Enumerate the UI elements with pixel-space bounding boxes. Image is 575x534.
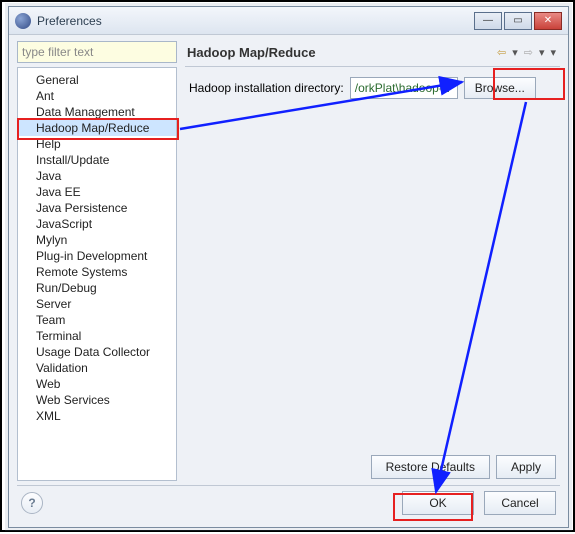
forward-menu-icon[interactable]: ▾ <box>537 46 547 59</box>
tree-item[interactable]: XML <box>18 408 176 424</box>
tree-item[interactable]: Install/Update <box>18 152 176 168</box>
history-nav[interactable]: ⇦ ▾ ⇨ ▾ ▾ <box>495 46 558 59</box>
filter-input[interactable]: type filter text <box>17 41 177 63</box>
cancel-button[interactable]: Cancel <box>484 491 556 515</box>
help-icon[interactable]: ? <box>21 492 43 514</box>
tree-item[interactable]: Run/Debug <box>18 280 176 296</box>
tree-item[interactable]: General <box>18 72 176 88</box>
tree-item[interactable]: Data Management <box>18 104 176 120</box>
app-icon <box>15 13 31 29</box>
tree-item[interactable]: Terminal <box>18 328 176 344</box>
tree-item[interactable]: Validation <box>18 360 176 376</box>
forward-icon[interactable]: ⇨ <box>522 46 535 59</box>
browse-button[interactable]: Browse... <box>464 77 536 99</box>
close-button[interactable]: ✕ <box>534 12 562 30</box>
titlebar[interactable]: Preferences — ▭ ✕ <box>9 7 568 35</box>
view-menu-icon[interactable]: ▾ <box>548 46 558 59</box>
tree-item[interactable]: Web <box>18 376 176 392</box>
tree-item[interactable]: Web Services <box>18 392 176 408</box>
tree-item[interactable]: Server <box>18 296 176 312</box>
tree-item[interactable]: Plug-in Development <box>18 248 176 264</box>
tree-item[interactable]: Java Persistence <box>18 200 176 216</box>
maximize-button[interactable]: ▭ <box>504 12 532 30</box>
window-title: Preferences <box>37 14 474 28</box>
back-menu-icon[interactable]: ▾ <box>510 46 520 59</box>
restore-defaults-button[interactable]: Restore Defaults <box>371 455 490 479</box>
minimize-button[interactable]: — <box>474 12 502 30</box>
tree-item[interactable]: Ant <box>18 88 176 104</box>
tree-item[interactable]: Help <box>18 136 176 152</box>
tree-item[interactable]: Hadoop Map/Reduce <box>18 120 176 136</box>
tree-item[interactable]: Java <box>18 168 176 184</box>
category-tree[interactable]: GeneralAntData ManagementHadoop Map/Redu… <box>17 67 177 481</box>
back-icon[interactable]: ⇦ <box>495 46 508 59</box>
install-dir-input[interactable]: /orkPlat\hadoop-1 <box>350 77 458 99</box>
tree-item[interactable]: JavaScript <box>18 216 176 232</box>
preferences-window: Preferences — ▭ ✕ type filter text Gener… <box>8 6 569 528</box>
tree-item[interactable]: Java EE <box>18 184 176 200</box>
apply-button[interactable]: Apply <box>496 455 556 479</box>
tree-item[interactable]: Mylyn <box>18 232 176 248</box>
tree-item[interactable]: Usage Data Collector <box>18 344 176 360</box>
install-dir-label: Hadoop installation directory: <box>189 81 344 95</box>
tree-item[interactable]: Remote Systems <box>18 264 176 280</box>
page-title: Hadoop Map/Reduce <box>187 45 495 60</box>
ok-button[interactable]: OK <box>402 491 474 515</box>
tree-item[interactable]: Team <box>18 312 176 328</box>
